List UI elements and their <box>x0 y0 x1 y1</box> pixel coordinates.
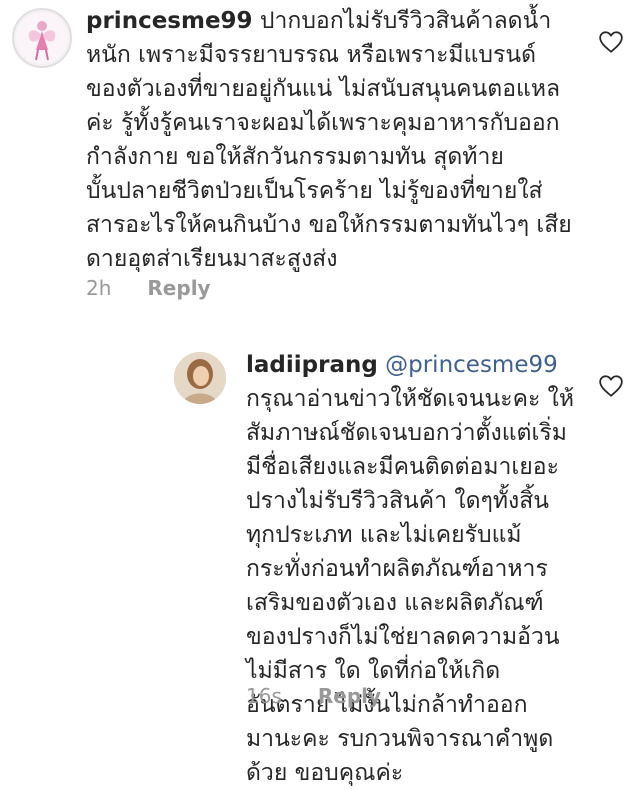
mention-link[interactable]: @princesme99 <box>385 352 558 378</box>
reply-button[interactable]: Reply <box>147 276 210 300</box>
comment-ladiiprang: ladiiprang @princesme99 กรุณาอ่านข่าวให้… <box>0 340 640 786</box>
comment-timestamp: 2h <box>86 276 112 300</box>
like-heart-icon[interactable] <box>598 374 624 398</box>
profile-photo-image <box>174 352 226 404</box>
comment-body: ปากบอกไม่รับรีวิวสินค้าลดน้ำหนัก เพราะมี… <box>86 8 572 272</box>
comment-text-block: ladiiprang @princesme99 กรุณาอ่านข่าวให้… <box>246 348 576 790</box>
comment-username[interactable]: princesme99 <box>86 8 253 34</box>
comment-body: กรุณาอ่านข่าวให้ชัดเจนนะคะ ให้สัมภาษณ์ชั… <box>246 386 575 786</box>
comment-username[interactable]: ladiiprang <box>246 352 378 378</box>
avatar[interactable] <box>174 352 226 404</box>
comment-timestamp: 16s <box>246 684 282 708</box>
comment-meta: 2h Reply <box>86 276 211 300</box>
comment-princesme99: princesme99 ปากบอกไม่รับรีวิวสินค้าลดน้ำ… <box>0 0 640 320</box>
comment-meta: 16s Reply <box>246 684 381 708</box>
fairy-avatar-image <box>16 12 68 64</box>
like-heart-icon[interactable] <box>598 30 624 54</box>
comment-text-block: princesme99 ปากบอกไม่รับรีวิวสินค้าลดน้ำ… <box>86 4 576 276</box>
avatar[interactable] <box>12 8 72 68</box>
reply-button[interactable]: Reply <box>318 684 381 708</box>
